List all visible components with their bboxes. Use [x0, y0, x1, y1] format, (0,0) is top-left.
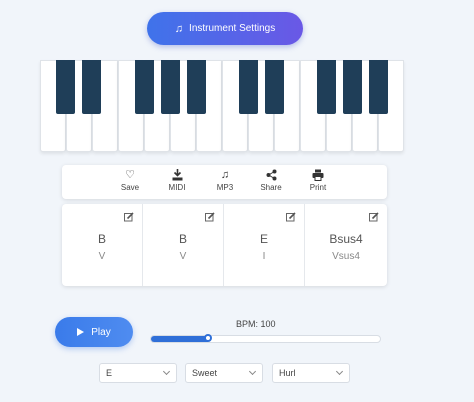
piano-keyboard — [40, 60, 406, 152]
midi-button[interactable]: MIDI — [159, 169, 195, 192]
play-icon — [77, 328, 85, 336]
mood-select-value: Sweet — [192, 368, 218, 378]
instrument-settings-button[interactable]: ♫ Instrument Settings — [147, 12, 303, 45]
edit-icon[interactable] — [286, 209, 296, 222]
chord-roman-numeral: V — [179, 251, 187, 262]
piano-black-key[interactable] — [56, 60, 75, 114]
key-select-value: E — [106, 368, 113, 378]
music-note-icon: ♫ — [174, 22, 184, 35]
piano-black-key[interactable] — [265, 60, 284, 114]
edit-icon[interactable] — [369, 209, 379, 222]
instrument-settings-label: Instrument Settings — [189, 23, 276, 34]
chord-roman-numeral: I — [262, 251, 266, 262]
print-label: Print — [309, 183, 327, 192]
piano-black-key[interactable] — [135, 60, 154, 114]
chord-progression: B V B V E I Bsus4 Vsus4 — [62, 204, 387, 286]
share-label: Share — [260, 183, 282, 192]
midi-label: MIDI — [168, 183, 186, 192]
chord-name: Bsus4 — [329, 232, 363, 246]
chevron-down-icon — [162, 367, 171, 376]
style-select[interactable]: Hurl — [272, 363, 350, 383]
play-button[interactable]: Play — [55, 317, 133, 347]
bpm-label: BPM: 100 — [236, 319, 276, 329]
heart-icon: ♡ — [125, 169, 135, 181]
mp3-button[interactable]: ♫ MP3 — [207, 169, 243, 192]
share-button[interactable]: Share — [253, 169, 289, 192]
chord-card[interactable]: Bsus4 Vsus4 — [305, 204, 387, 286]
bpm-slider-fill — [151, 336, 208, 342]
chord-name: B — [178, 232, 187, 246]
piano-black-key[interactable] — [343, 60, 362, 114]
bpm-slider[interactable] — [150, 334, 381, 343]
mood-select[interactable]: Sweet — [185, 363, 263, 383]
chord-card[interactable]: B V — [62, 204, 143, 286]
piano-black-key[interactable] — [161, 60, 180, 114]
piano-black-key[interactable] — [369, 60, 388, 114]
piano-black-key[interactable] — [317, 60, 336, 114]
piano-black-key[interactable] — [239, 60, 258, 114]
piano-black-key[interactable] — [82, 60, 101, 114]
export-toolbar: ♡ Save MIDI ♫ MP3 Share Print — [62, 165, 387, 199]
edit-icon[interactable] — [205, 209, 215, 222]
save-button[interactable]: ♡ Save — [112, 169, 148, 192]
chord-card[interactable]: B V — [143, 204, 224, 286]
printer-icon — [312, 169, 324, 183]
play-label: Play — [91, 326, 111, 338]
style-select-value: Hurl — [279, 368, 296, 378]
print-button[interactable]: Print — [300, 169, 336, 192]
download-icon — [172, 169, 183, 183]
save-label: Save — [120, 183, 140, 192]
chord-card[interactable]: E I — [224, 204, 305, 286]
bpm-slider-thumb[interactable] — [204, 334, 212, 342]
mp3-label: MP3 — [216, 183, 234, 192]
piano-black-key[interactable] — [187, 60, 206, 114]
share-icon — [266, 169, 277, 183]
key-select[interactable]: E — [99, 363, 177, 383]
chord-roman-numeral: V — [98, 251, 106, 262]
edit-icon[interactable] — [124, 209, 134, 222]
chord-name: E — [259, 232, 268, 246]
chord-name: B — [97, 232, 106, 246]
chord-roman-numeral: Vsus4 — [332, 251, 360, 262]
music-note-icon: ♫ — [220, 169, 230, 181]
chevron-down-icon — [248, 367, 257, 376]
chevron-down-icon — [335, 367, 344, 376]
